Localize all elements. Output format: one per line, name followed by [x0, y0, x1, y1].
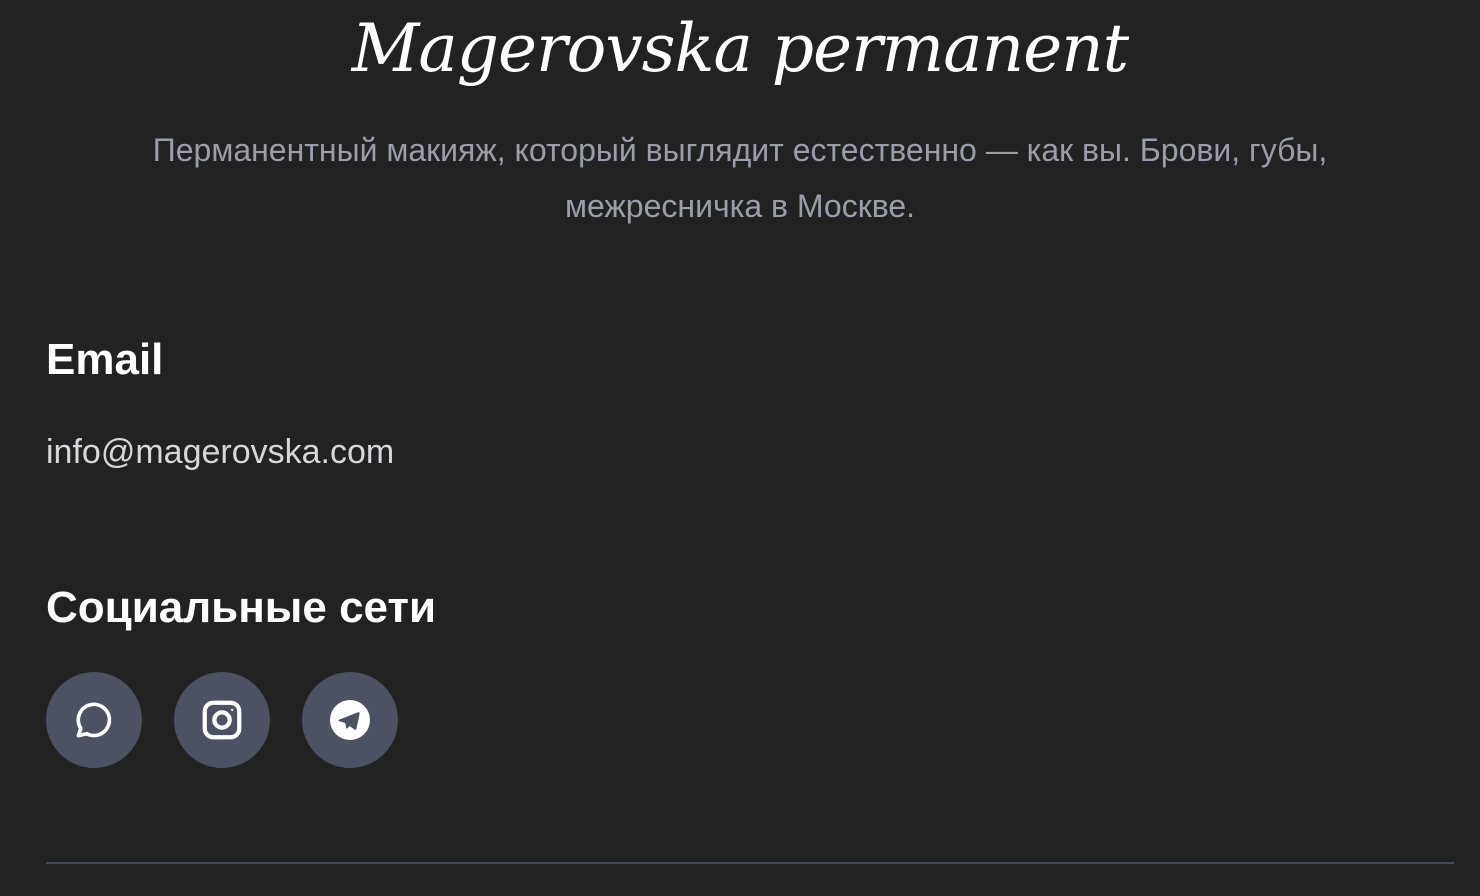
chat-bubble-icon	[76, 702, 112, 738]
brand-tagline: Перманентный макияж, который выглядит ес…	[152, 132, 1328, 224]
email-link[interactable]: info@magerovska.com	[46, 430, 394, 474]
email-heading: Email	[46, 335, 164, 384]
footer-divider	[46, 862, 1454, 864]
social-button-instagram[interactable]	[174, 672, 270, 768]
social-button-chat[interactable]	[46, 672, 142, 768]
site-footer: Magerovska permanent Перманентный макияж…	[0, 0, 1480, 896]
telegram-icon	[330, 700, 370, 740]
social-heading: Социальные сети	[46, 583, 437, 632]
social-button-telegram[interactable]	[302, 672, 398, 768]
instagram-icon	[202, 700, 242, 740]
social-links	[46, 672, 398, 768]
brand-logo-text[interactable]: Magerovska permanent	[0, 4, 1480, 94]
